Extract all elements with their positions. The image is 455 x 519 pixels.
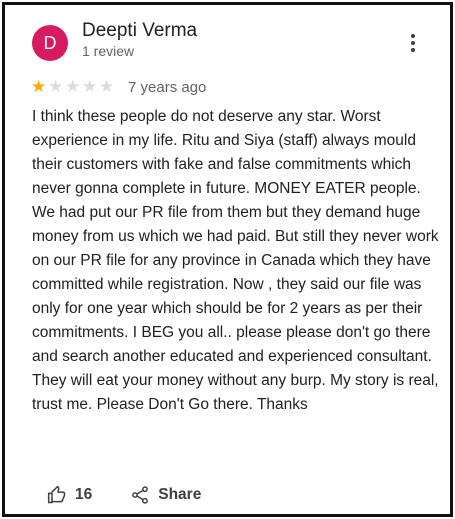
share-button[interactable]: Share bbox=[130, 485, 201, 505]
avatar-initial: D bbox=[43, 33, 57, 53]
like-button[interactable]: 16 bbox=[47, 485, 92, 505]
more-vert-icon bbox=[411, 34, 415, 38]
review-card: D Deepti Verma 1 review ★ ★ ★ ★ ★ 7 year… bbox=[2, 2, 453, 517]
review-text: I think these people do not deserve any … bbox=[32, 108, 439, 413]
star-icon: ★ bbox=[82, 77, 98, 96]
thumbs-up-icon bbox=[47, 485, 66, 504]
share-icon bbox=[132, 486, 149, 504]
reviewer-name[interactable]: Deepti Verma bbox=[82, 20, 197, 42]
star-icon: ★ bbox=[31, 77, 47, 96]
star-rating: ★ ★ ★ ★ ★ 7 years ago bbox=[31, 77, 206, 97]
like-count: 16 bbox=[75, 486, 93, 503]
more-options-button[interactable] bbox=[405, 31, 421, 57]
share-label: Share bbox=[158, 486, 202, 503]
reviewer-review-count: 1 review bbox=[82, 43, 135, 59]
review-actions: 16 Share bbox=[47, 483, 201, 507]
avatar[interactable]: D bbox=[32, 25, 68, 61]
star-icon: ★ bbox=[99, 77, 115, 96]
star-icon: ★ bbox=[65, 77, 81, 96]
star-icon: ★ bbox=[48, 77, 64, 96]
review-time: 7 years ago bbox=[128, 78, 207, 96]
